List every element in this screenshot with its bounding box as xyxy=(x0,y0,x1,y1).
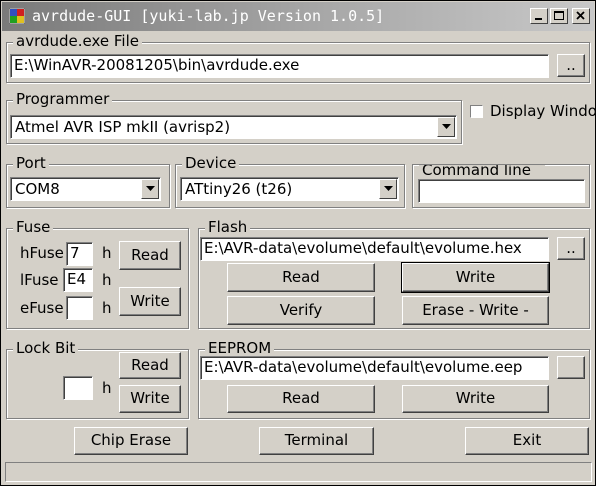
eeprom-write-button[interactable]: Write xyxy=(402,385,549,413)
chip-erase-button[interactable]: Chip Erase xyxy=(74,427,188,455)
port-select[interactable]: COM8 xyxy=(10,177,161,201)
eeprom-path-input[interactable]: E:\AVR-data\evolume\default\evolume.eep xyxy=(200,356,549,380)
programmer-dropdown-button[interactable] xyxy=(437,117,455,137)
app-icon xyxy=(8,7,26,25)
exit-button[interactable]: Exit xyxy=(465,427,589,455)
device-value: ATtiny26 (t26) xyxy=(185,180,293,198)
maximize-icon xyxy=(554,11,564,20)
lfuse-input[interactable]: E4 xyxy=(63,268,93,292)
status-bar xyxy=(5,462,592,482)
lock-bit-input[interactable] xyxy=(63,376,93,400)
minimize-button[interactable] xyxy=(530,8,548,24)
lock-bit-unit: h xyxy=(102,379,112,397)
display-window-label: Display Window xyxy=(490,102,596,120)
app-window: avrdude-GUI [yuki-lab.jp Version 1.0.5] … xyxy=(0,0,596,486)
fuse-write-button[interactable]: Write xyxy=(119,287,181,316)
flash-read-button[interactable]: Read xyxy=(227,263,375,292)
efuse-unit: h xyxy=(102,299,112,317)
device-select[interactable]: ATtiny26 (t26) xyxy=(180,177,399,201)
chevron-down-icon xyxy=(146,186,155,191)
port-value: COM8 xyxy=(15,180,60,198)
terminal-button[interactable]: Terminal xyxy=(259,427,374,455)
display-window-checkbox[interactable] xyxy=(470,105,483,118)
flash-erase-write-button[interactable]: Erase - Write - xyxy=(402,296,549,325)
chevron-down-icon xyxy=(442,124,451,129)
eeprom-read-button[interactable]: Read xyxy=(227,385,375,413)
fuse-read-button[interactable]: Read xyxy=(119,241,181,270)
lfuse-unit: h xyxy=(102,271,112,289)
port-dropdown-button[interactable] xyxy=(141,179,159,199)
programmer-legend: Programmer xyxy=(13,90,113,108)
hfuse-unit: h xyxy=(102,244,112,262)
flash-browse-button[interactable]: .. xyxy=(557,237,585,260)
flash-path-input[interactable]: E:\AVR-data\evolume\default\evolume.hex xyxy=(200,237,549,261)
avrdude-browse-button[interactable]: .. xyxy=(557,54,585,77)
programmer-value: Atmel AVR ISP mkII (avrisp2) xyxy=(15,118,231,136)
chevron-down-icon xyxy=(384,186,393,191)
maximize-button[interactable] xyxy=(550,8,568,24)
title-bar[interactable]: avrdude-GUI [yuki-lab.jp Version 1.0.5] xyxy=(2,2,594,31)
efuse-label: eFuse xyxy=(20,299,64,317)
lock-bit-read-button[interactable]: Read xyxy=(119,352,181,379)
device-dropdown-button[interactable] xyxy=(379,179,397,199)
efuse-input[interactable] xyxy=(66,296,93,320)
flash-legend: Flash xyxy=(205,218,251,236)
fuse-legend: Fuse xyxy=(13,218,54,236)
flash-verify-button[interactable]: Verify xyxy=(227,296,375,325)
close-icon xyxy=(576,11,585,20)
avrdude-path-input[interactable]: E:\WinAVR-20081205\bin\avrdude.exe xyxy=(10,54,549,78)
hfuse-label: hFuse xyxy=(20,244,64,262)
command-line-input[interactable] xyxy=(418,179,585,203)
programmer-select[interactable]: Atmel AVR ISP mkII (avrisp2) xyxy=(10,115,457,139)
flash-write-button[interactable]: Write xyxy=(401,262,550,293)
eeprom-legend: EEPROM xyxy=(205,339,275,357)
minimize-icon xyxy=(535,18,542,20)
lock-bit-write-button[interactable]: Write xyxy=(119,385,181,413)
lfuse-label: lFuse xyxy=(20,271,59,289)
close-button[interactable] xyxy=(572,8,590,24)
window-title: avrdude-GUI [yuki-lab.jp Version 1.0.5] xyxy=(32,7,385,25)
hfuse-input[interactable]: 7 xyxy=(66,242,93,266)
port-legend: Port xyxy=(13,154,49,172)
lock-bit-legend: Lock Bit xyxy=(13,339,79,357)
device-legend: Device xyxy=(182,154,240,172)
avrdude-file-legend: avrdude.exe File xyxy=(13,32,142,50)
eeprom-browse-button[interactable] xyxy=(557,356,585,379)
